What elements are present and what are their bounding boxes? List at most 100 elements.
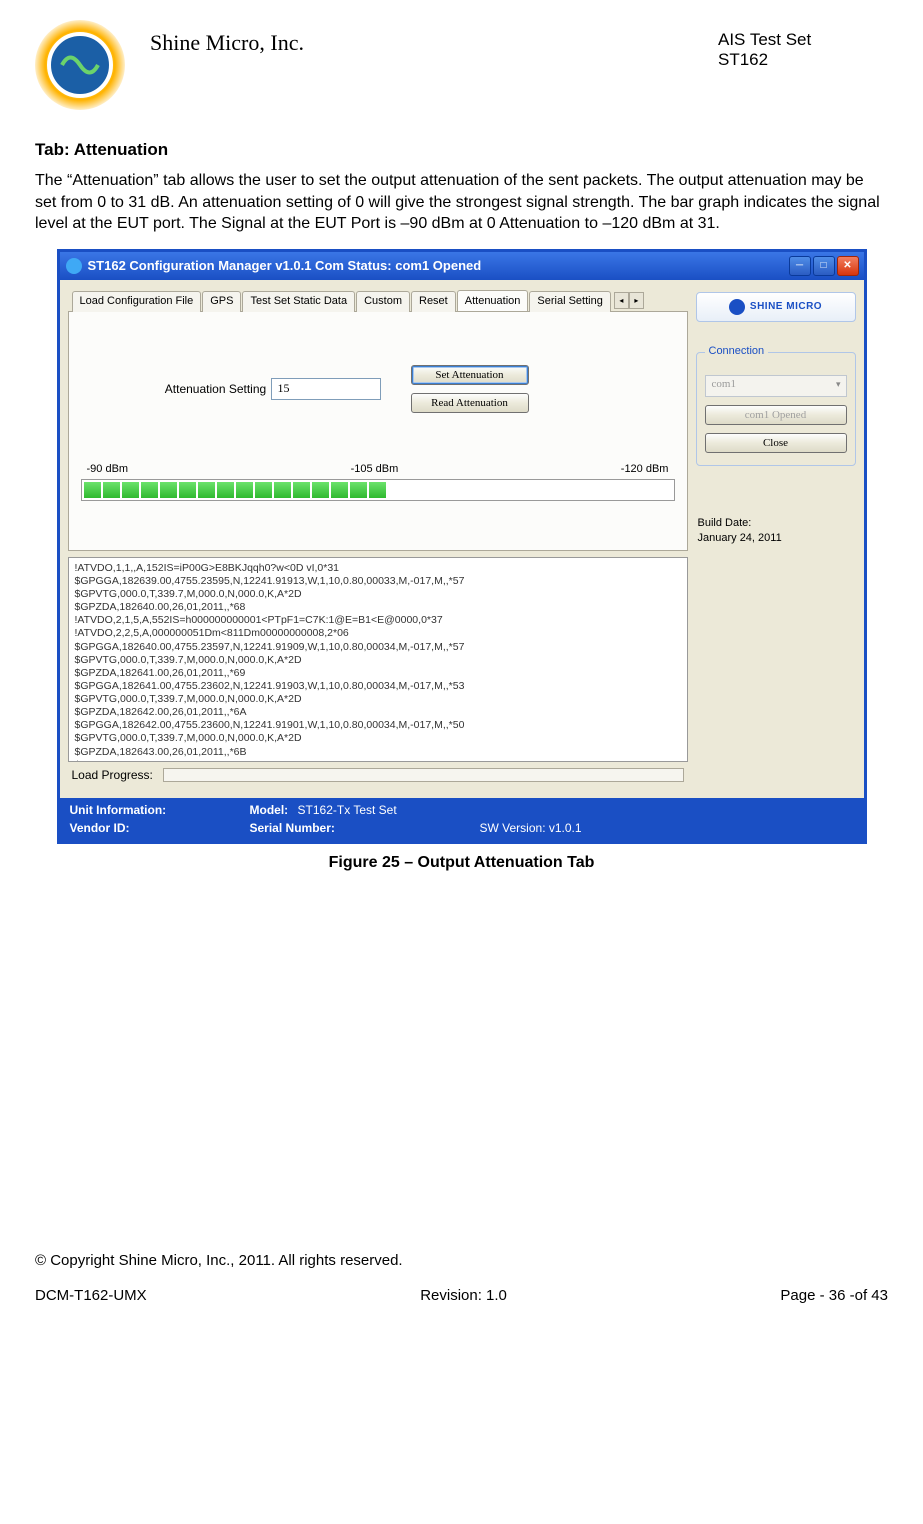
build-date-label: Build Date: (698, 516, 856, 531)
unit-info-bar: Unit Information: Model: ST162-Tx Test S… (60, 798, 864, 841)
scale-right: -120 dBm (621, 463, 669, 475)
nmea-line: !ATVDO,1,1,,A,152IS=iP00G>E8BKJqqh0?w<0D… (75, 562, 681, 575)
bar-segment (160, 482, 177, 498)
tab-test-set-static-data[interactable]: Test Set Static Data (242, 291, 355, 312)
product-line1: AIS Test Set (718, 30, 888, 50)
doc-id: DCM-T162-UMX (35, 1287, 147, 1304)
read-attenuation-button[interactable]: Read Attenuation (411, 393, 529, 413)
page-number: Page - 36 -of 43 (780, 1287, 888, 1304)
model-cell: Model: ST162-Tx Test Set (250, 803, 480, 817)
bar-segment (198, 482, 215, 498)
wave-icon (60, 45, 100, 85)
bar-segment (293, 482, 310, 498)
nmea-line: $GPVTG,000.0,T,339.7,M,000.0,N,000.0,K,A… (75, 654, 681, 667)
bar-segment (255, 482, 272, 498)
signal-bar (81, 479, 675, 501)
nmea-line: $GPVTG,000.0,T,339.7,M,000.0,N,000.0,K,A… (75, 588, 681, 601)
load-progress-bar (163, 768, 684, 782)
nmea-line: !ATVDO,2,1,5,A,552IS=h000000000001<PTpF1… (75, 614, 681, 627)
figure-caption: Figure 25 – Output Attenuation Tab (35, 854, 888, 872)
nmea-line: $GPZDA,182642.00,26,01,2011,,*6A (75, 706, 681, 719)
tab-scroll-left[interactable]: ◂ (614, 292, 629, 309)
page-header: Shine Micro, Inc. AIS Test Set ST162 (35, 20, 888, 110)
brand-logo: SHINE MICRO (696, 292, 856, 322)
scale-left: -90 dBm (87, 463, 129, 475)
titlebar: ST162 Configuration Manager v1.0.1 Com S… (60, 252, 864, 280)
nmea-line: $GPVTG,000.0,T,339.7,M,000.0,N,000.0,K,A… (75, 693, 681, 706)
brand-logo-icon (729, 299, 745, 315)
window-title: ST162 Configuration Manager v1.0.1 Com S… (88, 258, 789, 273)
build-date: Build Date: January 24, 2011 (696, 516, 856, 546)
set-attenuation-button[interactable]: Set Attenuation (411, 365, 529, 385)
app-window: ST162 Configuration Manager v1.0.1 Com S… (57, 249, 867, 844)
nmea-line: $GPGGA,182639.00,4755.23595,N,12241.9191… (75, 575, 681, 588)
company-logo (35, 20, 125, 110)
nmea-line: !ATVDO,2,2,5,A,000000051Dm<811Dm00000000… (75, 627, 681, 640)
attenuation-row: Attenuation Setting Set Attenuation Read… (81, 365, 675, 413)
copyright: © Copyright Shine Micro, Inc., 2011. All… (35, 1252, 888, 1269)
bar-segment (179, 482, 196, 498)
tab-attenuation[interactable]: Attenuation (457, 290, 529, 311)
nmea-line: $GPGGA,182640.00,4755.23597,N,12241.9190… (75, 641, 681, 654)
bar-segment (274, 482, 291, 498)
main-column: Load Configuration FileGPSTest Set Stati… (68, 290, 688, 792)
bar-segment (141, 482, 158, 498)
company-name: Shine Micro, Inc. (150, 20, 718, 56)
side-column: SHINE MICRO Connection com1 com1 Opened … (696, 290, 856, 792)
tab-serial-setting[interactable]: Serial Setting (529, 291, 610, 312)
load-progress-label: Load Progress: (72, 768, 153, 782)
unit-info-label: Unit Information: (70, 803, 250, 817)
page-footer: © Copyright Shine Micro, Inc., 2011. All… (35, 1252, 888, 1304)
tab-scroll: ◂ ▸ (614, 292, 644, 309)
scale-mid: -105 dBm (351, 463, 399, 475)
nmea-line: $GPVTG,000.0,T,339.7,M,000.0,N,000.0,K,A… (75, 732, 681, 745)
connection-fieldset: Connection com1 com1 Opened Close (696, 352, 856, 466)
tab-load-configuration-file[interactable]: Load Configuration File (72, 291, 202, 312)
section-heading: Tab: Attenuation (35, 140, 888, 160)
app-icon (66, 258, 82, 274)
tab-custom[interactable]: Custom (356, 291, 410, 312)
bar-segment (236, 482, 253, 498)
scale-row: -90 dBm -105 dBm -120 dBm (81, 463, 675, 475)
tab-gps[interactable]: GPS (202, 291, 241, 312)
serial-number-label: Serial Number: (250, 821, 480, 835)
attenuation-label: Attenuation Setting (131, 382, 301, 396)
revision: Revision: 1.0 (420, 1287, 507, 1304)
connection-legend: Connection (705, 345, 769, 357)
model-value: ST162-Tx Test Set (298, 803, 397, 817)
tab-strip: Load Configuration FileGPSTest Set Stati… (68, 290, 688, 311)
maximize-button[interactable]: □ (813, 256, 835, 276)
tab-panel-attenuation: Attenuation Setting Set Attenuation Read… (68, 311, 688, 551)
bar-segment (217, 482, 234, 498)
tab-scroll-right[interactable]: ▸ (629, 292, 644, 309)
com-status-button[interactable]: com1 Opened (705, 405, 847, 425)
nmea-line: $GPZDA,182643.00,26,01,2011,,*6B (75, 746, 681, 759)
com-port-select[interactable]: com1 (705, 375, 847, 397)
product-line2: ST162 (718, 50, 888, 70)
window-buttons: ─ □ ✕ (789, 256, 859, 276)
brand-logo-text: SHINE MICRO (750, 301, 822, 312)
bar-segment (369, 482, 386, 498)
model-label: Model: (250, 803, 289, 817)
minimize-button[interactable]: ─ (789, 256, 811, 276)
body-paragraph: The “Attenuation” tab allows the user to… (35, 170, 888, 235)
load-progress-row: Load Progress: (68, 762, 688, 792)
nmea-line: $GPGGA,182641.00,4755.23602,N,12241.9190… (75, 680, 681, 693)
bar-segment (122, 482, 139, 498)
tab-reset[interactable]: Reset (411, 291, 456, 312)
sw-version: SW Version: v1.0.1 (480, 821, 854, 835)
bar-segment (331, 482, 348, 498)
nmea-log: !ATVDO,1,1,,A,152IS=iP00G>E8BKJqqh0?w<0D… (68, 557, 688, 762)
nmea-line: $GPGGA,182642.00,4755.23600,N,12241.9190… (75, 719, 681, 732)
nmea-line: $GPZDA,182641.00,26,01,2011,,*69 (75, 667, 681, 680)
bar-segment (350, 482, 367, 498)
close-connection-button[interactable]: Close (705, 433, 847, 453)
nmea-line: $GPZDA,182640.00,26,01,2011,,*68 (75, 601, 681, 614)
vendor-id-label: Vendor ID: (70, 821, 250, 835)
product-title: AIS Test Set ST162 (718, 20, 888, 70)
window-body: Load Configuration FileGPSTest Set Stati… (60, 280, 864, 798)
bar-segment (84, 482, 101, 498)
close-button[interactable]: ✕ (837, 256, 859, 276)
bar-segment (103, 482, 120, 498)
build-date-value: January 24, 2011 (698, 531, 856, 546)
